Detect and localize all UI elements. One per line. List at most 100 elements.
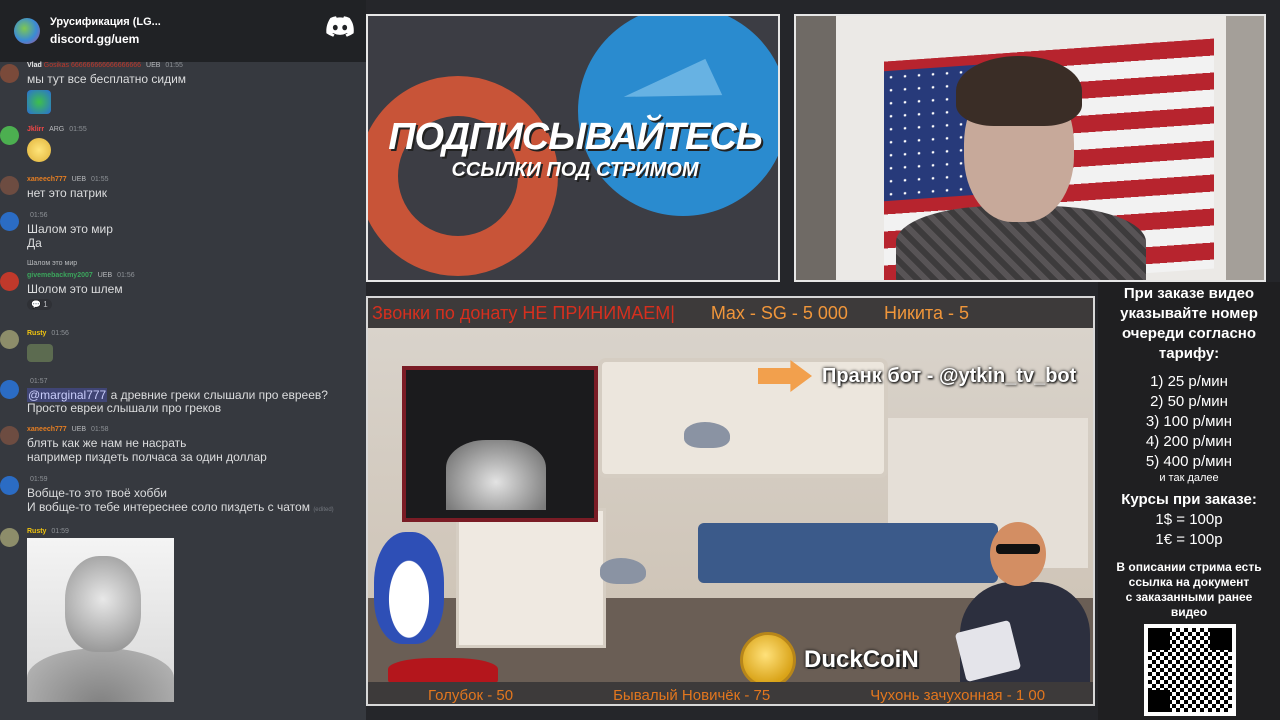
arrow-right-icon xyxy=(758,360,812,392)
reply-preview[interactable]: Шалом это мир xyxy=(27,260,77,267)
message-text: Шалом это мир xyxy=(27,222,113,236)
avatar[interactable] xyxy=(0,528,19,547)
server-name: Урусификация (LG... xyxy=(50,16,161,28)
server-icon xyxy=(14,18,40,44)
username[interactable]: xaneech777 xyxy=(27,426,67,433)
exchange-rates: Курсы при заказе: 1$ = 100р 1€ = 100р xyxy=(1098,490,1280,550)
avatar[interactable] xyxy=(0,126,19,145)
tariff-item: 2) 50 р/мин xyxy=(1150,393,1228,410)
user-badge: UEB xyxy=(146,62,161,69)
user-badge: UEB xyxy=(97,272,113,279)
timestamp: 01:56 xyxy=(117,272,135,279)
user-badge: ARG xyxy=(49,126,65,133)
message-text: мы тут все бесплатно сидим xyxy=(27,72,187,86)
rate-item: 1€ = 100р xyxy=(1155,531,1223,548)
timestamp: 01:56 xyxy=(30,212,48,219)
server-header[interactable]: Урусификация (LG... discord.gg/uem xyxy=(0,0,366,62)
user-mention[interactable]: @marginal777 xyxy=(27,388,108,402)
webcam-feed xyxy=(794,14,1266,282)
timestamp: 01:59 xyxy=(30,476,48,483)
info-line: тарифу: xyxy=(1158,345,1220,362)
message-text: И вобще-то тебе интереснее соло пиздеть … xyxy=(27,500,310,514)
message-text: Да xyxy=(27,236,42,250)
discord-logo-icon xyxy=(326,16,354,37)
ticker-donation: Max - SG - 5 000 xyxy=(710,302,848,323)
attached-image[interactable] xyxy=(27,538,174,702)
message-text: Вобще-то это твоё хобби xyxy=(27,486,167,500)
order-info-panel: При заказе видео указывайте номер очеред… xyxy=(1098,282,1280,720)
banner-title: ПОДПИСЫВАЙТЕСЬ xyxy=(388,116,763,158)
message-text: а древние греки слышали про евреев? xyxy=(107,388,328,402)
avatar[interactable] xyxy=(0,64,19,83)
discord-chat-panel: Урусификация (LG... discord.gg/uem Vlad … xyxy=(0,0,366,720)
avatar[interactable] xyxy=(0,272,19,291)
avatar[interactable] xyxy=(0,330,19,349)
avatar[interactable] xyxy=(0,476,19,495)
prank-bot-label: Пранк бот - @ytkin_tv_bot xyxy=(758,360,1076,392)
ticker-tier: Голубок - 50 xyxy=(428,686,514,704)
stream-scene: Звонки по донату НЕ ПРИНИМАЕМ| Max - SG … xyxy=(366,296,1095,706)
timestamp: 01:55 xyxy=(91,176,109,183)
username[interactable]: Rusty xyxy=(27,528,46,535)
penguin-icon xyxy=(374,532,444,644)
rate-item: 1$ = 100р xyxy=(1155,511,1223,528)
user-badge: UEB xyxy=(71,176,87,183)
top-ticker: Звонки по донату НЕ ПРИНИМАЕМ| Max - SG … xyxy=(368,298,1093,328)
username-rest: Gosikas 666666666666666666 xyxy=(43,62,142,69)
ticker-notice: Звонки по донату НЕ ПРИНИМАЕМ| xyxy=(372,302,675,323)
pigeon-icon xyxy=(684,422,730,448)
info-line: указывайте номер xyxy=(1120,305,1258,322)
tariff-item: 5) 400 р/мин xyxy=(1145,453,1233,470)
server-invite-link[interactable]: discord.gg/uem xyxy=(50,32,161,46)
message-text: например пиздеть полчаса за один доллар xyxy=(27,450,267,464)
ticker-tier: Бывалый Новичёк - 75 xyxy=(613,686,771,704)
emoji-image xyxy=(27,138,51,162)
timestamp: 01:57 xyxy=(30,378,48,385)
ticker-tier: Чухонь зачухонная - 1 00 xyxy=(870,686,1046,704)
edited-label: (edited) xyxy=(313,507,334,513)
ticker-donation: Никита - 5 xyxy=(883,302,969,323)
avatar[interactable] xyxy=(0,212,19,231)
avatar[interactable] xyxy=(0,176,19,195)
emoji-image xyxy=(27,90,51,114)
message-text: блять как же нам не насрать xyxy=(27,436,187,450)
tariff-note: и так далее xyxy=(1159,472,1219,484)
timestamp: 01:55 xyxy=(69,126,87,133)
subscribe-banner: ПОДПИСЫВАЙТЕСЬ ССЫЛКИ ПОД СТРИМОМ xyxy=(366,14,780,282)
suit-man-image xyxy=(950,522,1093,704)
avatar[interactable] xyxy=(0,426,19,445)
tariff-item: 4) 200 р/мин xyxy=(1145,433,1233,450)
qr-code[interactable] xyxy=(1144,624,1236,716)
info-line: очереди согласно xyxy=(1121,325,1257,342)
tariff-item: 1) 25 р/мин xyxy=(1150,373,1228,390)
emoji-image xyxy=(27,344,53,362)
message-text: Просто евреи слышали про греков xyxy=(27,401,222,415)
reaction[interactable]: 💬 1 xyxy=(27,299,52,310)
username[interactable]: Vlad xyxy=(27,62,42,69)
inset-camera xyxy=(402,366,598,522)
duckcoin-label: DuckCoiN xyxy=(804,646,919,673)
username[interactable]: xaneech777 xyxy=(27,176,67,183)
stream-layout: Урусификация (LG... discord.gg/uem Vlad … xyxy=(0,0,1280,720)
speech-bubble-icon: 💬 xyxy=(31,300,41,309)
tariff-list: 1) 25 р/мин 2) 50 р/мин 3) 100 р/мин 4) … xyxy=(1098,372,1280,484)
timestamp: 01:59 xyxy=(51,528,69,535)
timestamp: 01:56 xyxy=(51,330,69,337)
tariff-item: 3) 100 р/мин xyxy=(1145,413,1233,430)
avatar[interactable] xyxy=(0,380,19,399)
banner-subtitle: ССЫЛКИ ПОД СТРИМОМ xyxy=(451,159,699,181)
reaction-count: 1 xyxy=(43,300,48,309)
user-badge: UEB xyxy=(71,426,87,433)
description-note: В описании стрима есть ссылка на докумен… xyxy=(1116,560,1262,619)
username[interactable]: givemebackmy2007 xyxy=(27,272,93,279)
info-line: При заказе видео xyxy=(1123,285,1255,302)
timestamp: 01:58 xyxy=(91,426,109,433)
message-text: нет это патрик xyxy=(27,186,107,200)
pigeon-icon xyxy=(600,558,646,584)
username[interactable]: Rusty xyxy=(27,330,46,337)
rates-heading: Курсы при заказе: xyxy=(1121,491,1257,508)
username[interactable]: Jklirr xyxy=(27,126,44,133)
duckcoin-icon xyxy=(740,632,796,688)
timestamp: 01:55 xyxy=(165,62,183,69)
bottom-ticker: Голубок - 50 Бывалый Новичёк - 75 Чухонь… xyxy=(368,682,1093,704)
